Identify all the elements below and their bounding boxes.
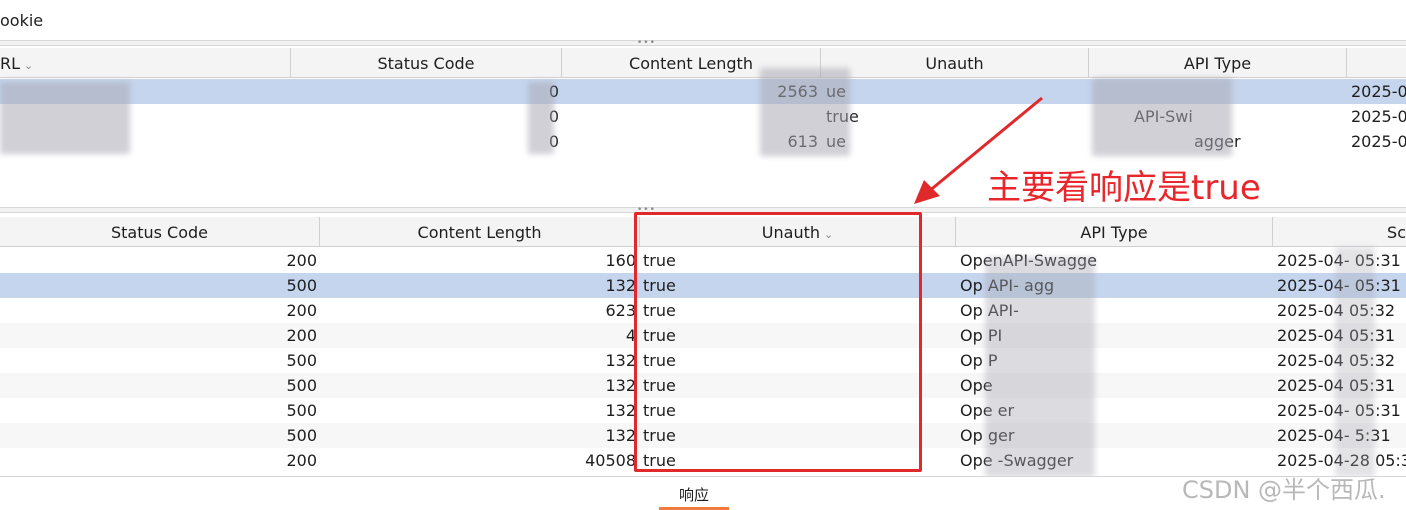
annotation-text: 主要看响应是true xyxy=(987,168,1261,208)
annotation-arrow-icon xyxy=(914,96,1043,204)
tab-response[interactable]: 响应 xyxy=(659,482,729,510)
watermark: CSDN @半个西瓜. xyxy=(1182,476,1386,504)
